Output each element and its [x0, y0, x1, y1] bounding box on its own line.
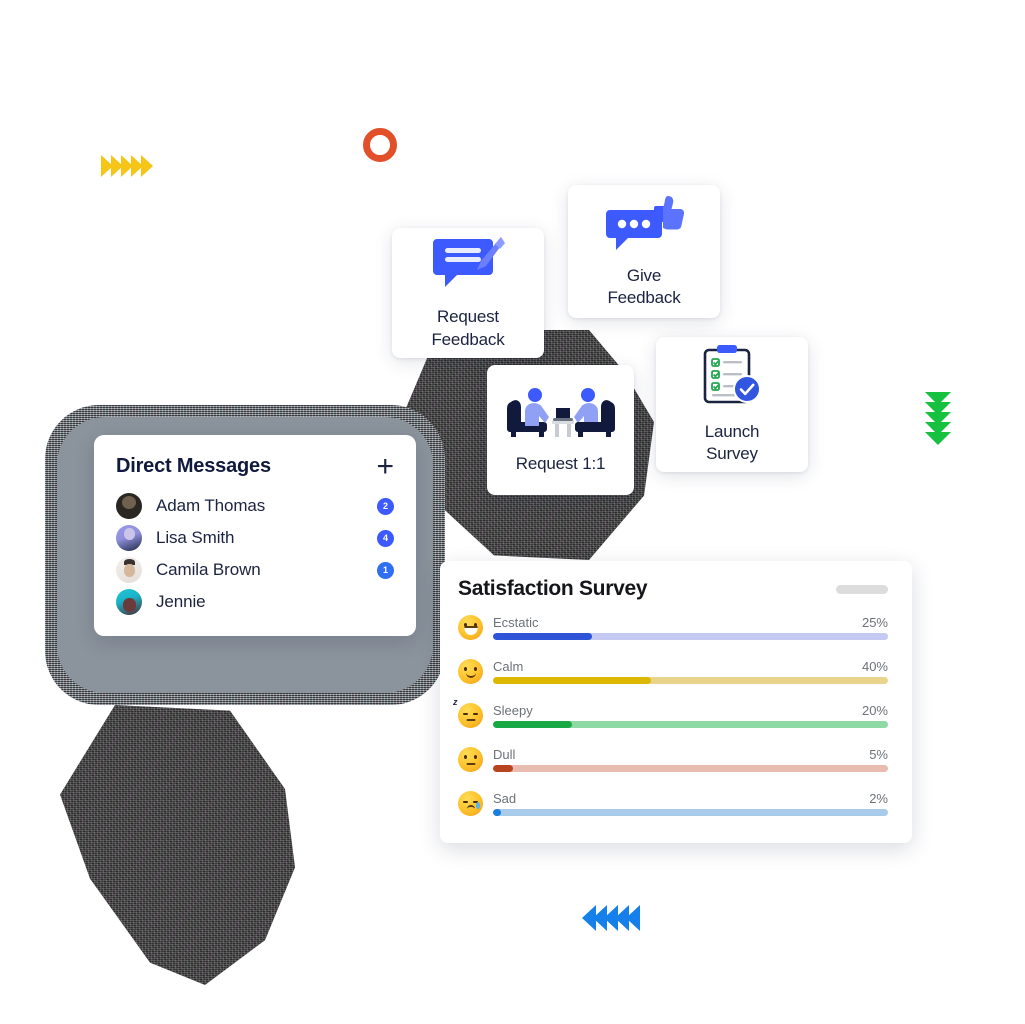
green-chevrons-down [925, 392, 951, 445]
list-item[interactable]: Jennie [116, 586, 394, 618]
canvas: Direct Messages + Adam Thomas 2 Lisa Smi… [0, 0, 1025, 1024]
survey-bar-body: Ecstatic 25% [493, 615, 888, 640]
smiling-face-emoji [458, 658, 483, 684]
survey-row-sad: Sad 2% [458, 781, 888, 825]
survey-label: Ecstatic [493, 614, 539, 630]
progress-track [493, 720, 888, 728]
survey-label: Sad [493, 790, 517, 806]
orange-ring-icon [363, 128, 397, 162]
background-noise-blob-bottom [60, 705, 295, 985]
crying-face-emoji [458, 790, 483, 816]
contact-name: Jennie [156, 592, 206, 611]
card-label-line2: Survey [706, 444, 758, 463]
green-chevron-5 [925, 432, 951, 445]
card-label: Give Feedback [607, 265, 680, 309]
neutral-face-emoji [458, 746, 483, 772]
survey-bar-body: Sad 2% [493, 791, 888, 816]
page-title: Satisfaction Survey [458, 577, 648, 600]
card-label-line1: Request [437, 307, 499, 327]
survey-value: 20% [861, 702, 888, 718]
list-item[interactable]: Camila Brown 1 [116, 554, 394, 586]
progress-fill [493, 632, 592, 640]
sleepy-face-emoji: z [453, 697, 483, 728]
grinning-face-emoji [458, 614, 483, 640]
progress-fill [493, 676, 651, 684]
survey-bar-body: Sleepy 20% [493, 703, 888, 728]
survey-value: 5% [869, 746, 888, 762]
yellow-chevron-5 [141, 155, 153, 177]
unread-badge: 4 [377, 529, 394, 547]
unread-badge: 1 [377, 561, 394, 579]
card-label: Request Feedback [431, 306, 504, 350]
unread-badge: 2 [377, 497, 394, 515]
list-item[interactable]: Adam Thomas 2 [116, 490, 394, 522]
progress-track [493, 632, 888, 640]
card-label-line2: Feedback [431, 329, 505, 349]
card-label: Launch Survey [705, 421, 760, 465]
survey-value: 40% [861, 658, 888, 674]
survey-label: Dull [493, 746, 516, 762]
avatar-adam-thomas [116, 493, 142, 519]
request-feedback-card[interactable]: Request Feedback [392, 228, 544, 358]
contact-name: Camila Brown [156, 560, 261, 579]
list-item[interactable]: Lisa Smith 4 [116, 522, 394, 554]
progress-track [493, 764, 888, 772]
progress-fill [493, 808, 501, 816]
card-label-line1: Give [626, 265, 662, 285]
avatar-camila-brown [116, 557, 142, 583]
blue-chevrons-left [582, 905, 640, 931]
white-bar-3 [958, 455, 1025, 464]
progress-track [493, 808, 888, 816]
request-1-1-card[interactable]: Request 1:1 [487, 365, 634, 495]
survey-bar-body: Calm 40% [493, 659, 888, 684]
direct-messages-list: Adam Thomas 2 Lisa Smith 4 Camila Brown … [94, 488, 416, 636]
avatar-jennie [116, 589, 142, 615]
survey-value: 25% [861, 614, 888, 630]
survey-row-ecstatic: Ecstatic 25% [458, 605, 888, 649]
survey-row-calm: Calm 40% [458, 649, 888, 693]
progress-fill [493, 764, 513, 772]
survey-row-sleepy: z Sleepy 20% [453, 693, 888, 737]
satisfaction-survey-panel: Satisfaction Survey Ecstatic 25% Calm 40… [440, 561, 912, 843]
card-label-line1: Request 1:1 [515, 454, 606, 474]
menu-placeholder-pill[interactable] [836, 584, 888, 594]
card-label-line1: Launch [704, 421, 760, 441]
two-people-meeting-icon [505, 384, 617, 445]
card-label-line2: Feedback [607, 288, 681, 307]
progress-track [493, 676, 888, 684]
clipboard-checklist-icon [699, 344, 765, 413]
survey-value: 2% [869, 790, 888, 806]
white-bar-1 [958, 413, 1025, 422]
contact-name: Adam Thomas [156, 496, 266, 515]
survey-row-dull: Dull 5% [458, 737, 888, 781]
launch-survey-card[interactable]: Launch Survey [656, 337, 808, 472]
white-bar-2 [958, 434, 1025, 443]
chat-bubble-pencil-icon [431, 235, 505, 298]
direct-messages-title: Direct Messages [116, 455, 271, 477]
survey-label: Calm [493, 658, 524, 674]
give-feedback-card[interactable]: Give Feedback [568, 185, 720, 318]
progress-fill [493, 720, 572, 728]
direct-messages-header: Direct Messages + [94, 435, 416, 488]
contact-name: Lisa Smith [156, 528, 235, 547]
direct-messages-card: Direct Messages + Adam Thomas 2 Lisa Smi… [94, 435, 416, 636]
survey-label: Sleepy [493, 702, 533, 718]
survey-header: Satisfaction Survey [458, 577, 888, 601]
yellow-chevrons-right [101, 155, 153, 177]
add-conversation-icon[interactable]: + [376, 451, 394, 481]
blue-chevron-5 [626, 905, 640, 931]
avatar-lisa-smith [116, 525, 142, 551]
card-label: Request 1:1 [515, 453, 606, 475]
survey-bar-body: Dull 5% [493, 747, 888, 772]
chat-bubble-thumbs-up-icon [604, 194, 685, 257]
